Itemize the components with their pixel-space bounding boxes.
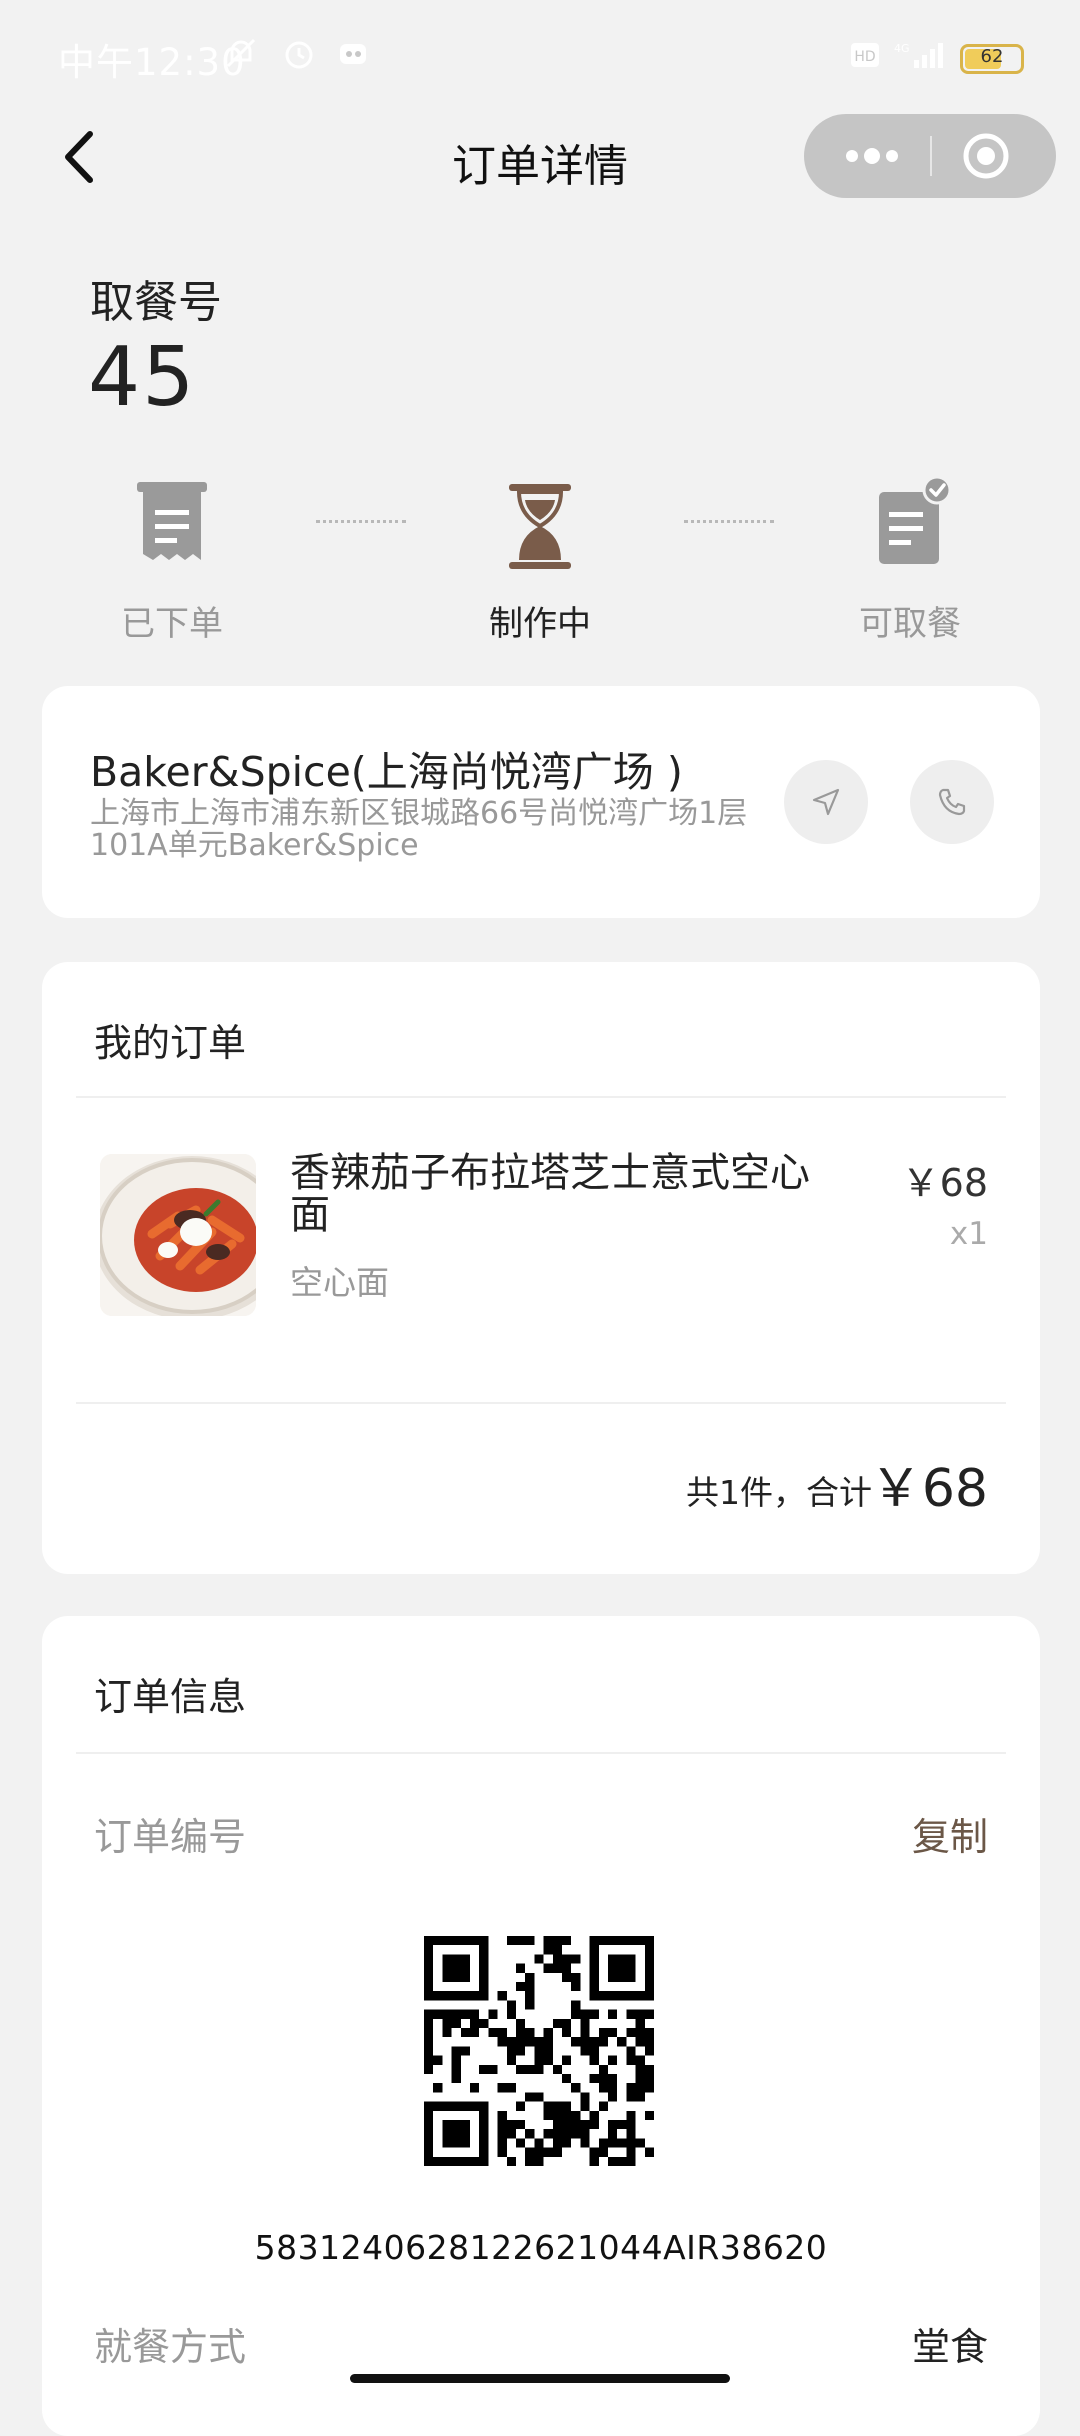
battery-level: 62	[980, 46, 1004, 67]
mute-icon	[226, 38, 256, 68]
total-amount: ￥68	[869, 1459, 988, 1519]
store-name: Baker&Spice(上海尚悦湾广场 )	[90, 748, 683, 796]
order-number: 5831240628122621044AIR38620	[254, 2228, 828, 2267]
step-ordered: 已下单	[52, 476, 292, 645]
step-label: 制作中	[489, 604, 591, 644]
alarm-icon	[285, 41, 313, 69]
item-name: 香辣茄子布拉塔芝士意式空心面	[290, 1150, 810, 1238]
order-number-label: 订单编号	[94, 1815, 247, 1859]
item-quantity: x1	[949, 1216, 988, 1252]
document-check-icon	[879, 475, 952, 564]
navigate-button[interactable]	[784, 760, 868, 844]
home-indicator	[350, 2374, 730, 2383]
store-address: 上海市上海市浦东新区银城路66号尚悦湾广场1层101A单元Baker&Spice	[90, 796, 748, 863]
page-title: 订单详情	[452, 141, 628, 192]
item-image[interactable]	[100, 1154, 256, 1316]
divider	[76, 1402, 1006, 1404]
close-miniprogram-icon[interactable]	[956, 126, 1016, 186]
order-info-card: 订单信息 订单编号 复制 5831240628122621044AIR38620…	[42, 1616, 1040, 2436]
progress-connector	[316, 520, 406, 529]
dining-method-label: 就餐方式	[94, 2325, 247, 2369]
pickup-label: 取餐号	[90, 277, 222, 328]
info-section-title: 订单信息	[94, 1675, 247, 1719]
call-button[interactable]	[910, 760, 994, 844]
navigation-arrow-icon	[812, 788, 840, 816]
hourglass-icon	[509, 484, 571, 569]
pasta-dish-image	[100, 1154, 256, 1316]
item-category: 空心面	[290, 1263, 389, 1302]
capsule-divider	[930, 136, 932, 176]
phone-icon	[938, 788, 966, 816]
step-ready: 可取餐	[790, 475, 1030, 645]
miniprogram-capsule	[804, 114, 1056, 198]
receipt-icon	[137, 482, 207, 560]
app-notification-icon	[340, 44, 366, 64]
order-qr-code	[424, 1936, 654, 2166]
progress-connector	[684, 520, 774, 529]
step-label: 已下单	[121, 604, 223, 644]
more-options-icon[interactable]	[840, 130, 904, 182]
back-arrow-icon[interactable]	[50, 122, 110, 192]
battery-icon: 62	[960, 44, 1024, 74]
step-preparing: 制作中	[420, 476, 660, 645]
status-bar: 中午12:30 HD 4G 62	[0, 0, 1080, 110]
store-card: Baker&Spice(上海尚悦湾广场 ) 上海市上海市浦东新区银城路66号尚悦…	[42, 686, 1040, 918]
step-label: 可取餐	[859, 604, 961, 644]
status-time: 中午12:30	[58, 41, 246, 84]
divider	[76, 1752, 1006, 1754]
divider	[76, 1096, 1006, 1098]
total-label: 共1件，合计	[686, 1473, 872, 1512]
signal-icon: 4G	[894, 42, 943, 68]
order-section-title: 我的订单	[94, 1021, 247, 1065]
svg-text:HD: HD	[854, 49, 875, 65]
order-card: 我的订单 香辣茄子布拉塔芝士意式空心面 空心面 ￥68 x1 共1件，合计 ￥6…	[42, 962, 1040, 1574]
hd-icon: HD	[851, 43, 879, 67]
item-price: ￥68	[901, 1161, 988, 1205]
svg-text:4G: 4G	[894, 42, 910, 55]
pickup-number: 45	[88, 330, 197, 425]
dining-method-value: 堂食	[911, 2325, 988, 2369]
copy-button[interactable]: 复制	[912, 1806, 988, 1861]
